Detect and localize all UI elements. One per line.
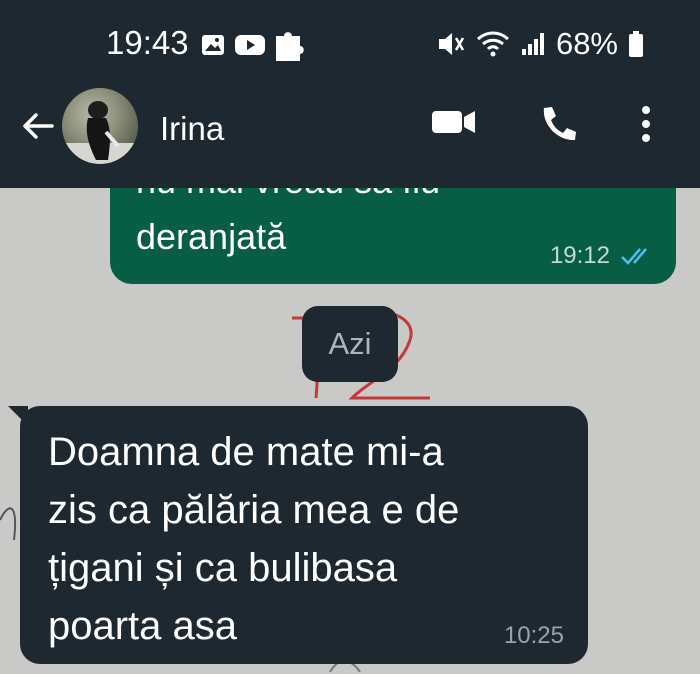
app-bar: Irina: [0, 88, 700, 168]
contact-name[interactable]: Irina: [160, 110, 224, 148]
youtube-icon: [235, 35, 265, 55]
message-line: poarta asa: [48, 604, 238, 648]
puzzle-icon: [276, 32, 304, 61]
wifi-icon: [476, 31, 509, 57]
message-line: Doamna de mate mi-a: [48, 430, 444, 474]
contact-avatar[interactable]: [62, 88, 138, 164]
voice-call-icon[interactable]: [536, 102, 580, 146]
chat-area[interactable]: nu mai vreau să fiu deranjată 19:12 Azi …: [0, 148, 700, 674]
gallery-icon: [202, 35, 224, 55]
back-arrow-icon[interactable]: [18, 106, 58, 146]
chat-header: 19:43 68% Irina: [0, 0, 700, 188]
more-options-icon[interactable]: [636, 102, 656, 146]
message-line: zis ca pălăria mea e de: [48, 488, 460, 532]
battery-percentage: 68%: [555, 26, 618, 61]
message-time: 10:25: [503, 622, 564, 649]
status-bar: 19:43 68%: [0, 18, 700, 70]
message-time: 19:12: [549, 242, 610, 269]
date-separator-label: Azi: [328, 326, 372, 361]
date-separator: Azi: [302, 306, 398, 382]
signal-icon: [521, 33, 544, 55]
read-receipt-icon: [621, 248, 647, 265]
video-call-icon[interactable]: [430, 102, 478, 142]
mute-vibrate-icon: [438, 33, 465, 55]
avatar-photo: [62, 101, 138, 164]
status-time: 19:43: [106, 24, 189, 61]
incoming-message[interactable]: Doamna de mate mi-a zis ca pălăria mea e…: [8, 406, 588, 664]
message-text: deranjată: [136, 216, 287, 257]
message-line: țigani și ca bulibasa: [48, 546, 398, 590]
battery-icon: [629, 31, 643, 57]
bubble-tail: [8, 406, 28, 426]
